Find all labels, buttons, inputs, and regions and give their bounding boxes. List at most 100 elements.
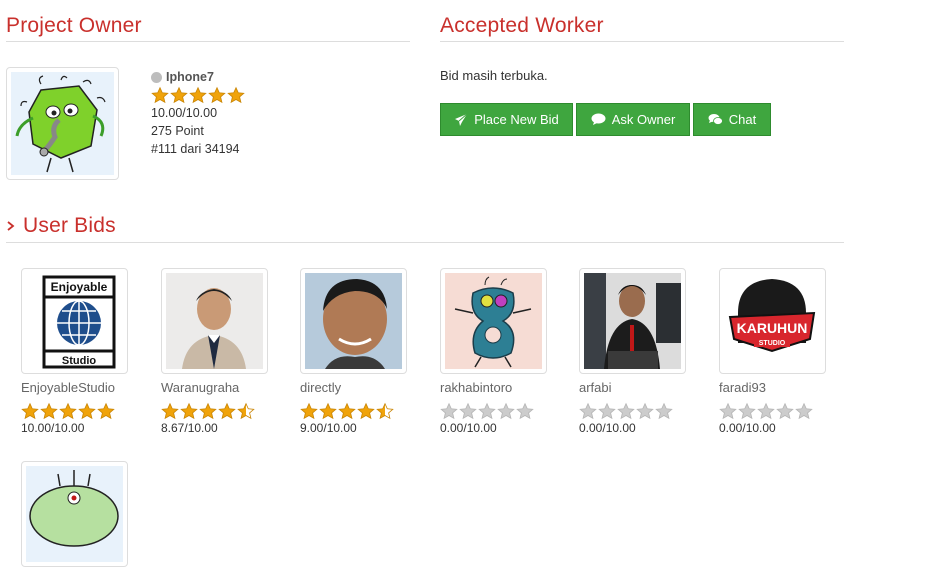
owner-rank: #111 dari 34194 bbox=[151, 142, 240, 156]
owner-points: 275 Point bbox=[151, 124, 204, 138]
bidder-avatar[interactable]: KARUHUN STUDIO bbox=[719, 268, 826, 374]
owner-divider bbox=[6, 41, 410, 42]
owner-rating-stars bbox=[151, 86, 245, 104]
star-empty-icon bbox=[598, 402, 616, 420]
svg-text:STUDIO: STUDIO bbox=[759, 340, 786, 347]
star-empty-icon bbox=[459, 402, 477, 420]
comments-icon bbox=[708, 114, 723, 125]
bidder-photo-image bbox=[305, 273, 402, 369]
place-new-bid-button[interactable]: Place New Bid bbox=[440, 103, 573, 136]
bidder-name[interactable]: rakhabintoro bbox=[440, 380, 555, 398]
ask-owner-button[interactable]: Ask Owner bbox=[576, 103, 690, 136]
bidder-name[interactable]: faradi93 bbox=[719, 380, 834, 398]
star-full-icon bbox=[97, 402, 115, 420]
star-empty-icon bbox=[516, 402, 534, 420]
bidder-card: Enjoyable Studio EnjoyableStudio 10.00/1… bbox=[21, 268, 136, 435]
bidder-avatar[interactable] bbox=[579, 268, 686, 374]
star-empty-icon bbox=[617, 402, 635, 420]
star-full-icon bbox=[319, 402, 337, 420]
bidder-name[interactable]: Waranugraha bbox=[161, 380, 276, 398]
enjoyable-studio-logo: Enjoyable Studio bbox=[42, 275, 116, 369]
star-empty-icon bbox=[497, 402, 515, 420]
bidder-rating-stars bbox=[161, 402, 276, 420]
bidder-avatar[interactable] bbox=[440, 268, 547, 374]
star-full-icon bbox=[357, 402, 375, 420]
bidder-rating-stars bbox=[21, 402, 136, 420]
svg-text:KARUHUN: KARUHUN bbox=[737, 320, 808, 336]
bidder-name[interactable]: EnjoyableStudio bbox=[21, 380, 136, 398]
bidder-avatar[interactable] bbox=[161, 268, 268, 374]
chat-label: Chat bbox=[728, 112, 757, 127]
owner-name-link[interactable]: Iphone7 bbox=[166, 68, 214, 86]
bidder-card: rakhabintoro 0.00/10.00 bbox=[440, 268, 555, 435]
ask-owner-label: Ask Owner bbox=[611, 112, 676, 127]
owner-info: Iphone7 10.00/10.00 275 Point #111 dari … bbox=[151, 68, 245, 158]
bidder-cartoon-image bbox=[26, 466, 123, 562]
bidder-card: directly 9.00/10.00 bbox=[300, 268, 415, 435]
worker-divider bbox=[440, 41, 844, 42]
star-half-icon bbox=[376, 402, 394, 420]
star-full-icon bbox=[161, 402, 179, 420]
star-empty-icon bbox=[738, 402, 756, 420]
svg-text:Studio: Studio bbox=[62, 355, 96, 367]
bidder-name[interactable]: arfabi bbox=[579, 380, 694, 398]
star-full-icon bbox=[180, 402, 198, 420]
star-empty-icon bbox=[440, 402, 458, 420]
star-full-icon bbox=[170, 86, 188, 104]
star-full-icon bbox=[21, 402, 39, 420]
star-full-icon bbox=[78, 402, 96, 420]
bid-status-text: Bid masih terbuka. bbox=[440, 68, 548, 83]
bidder-score: 9.00/10.00 bbox=[300, 421, 357, 435]
star-full-icon bbox=[338, 402, 356, 420]
bidder-card: KARUHUN STUDIO faradi93 0.00/10.00 bbox=[719, 268, 834, 435]
star-full-icon bbox=[40, 402, 58, 420]
bidder-rating-stars bbox=[719, 402, 834, 420]
bidder-photo-image bbox=[166, 273, 263, 369]
chevron-right-icon bbox=[7, 221, 15, 231]
bidder-rating-stars bbox=[300, 402, 415, 420]
bidder-avatar[interactable]: Enjoyable Studio bbox=[21, 268, 128, 374]
star-full-icon bbox=[208, 86, 226, 104]
bidder-card: arfabi 0.00/10.00 bbox=[579, 268, 694, 435]
star-empty-icon bbox=[579, 402, 597, 420]
star-full-icon bbox=[151, 86, 169, 104]
place-new-bid-label: Place New Bid bbox=[474, 112, 559, 127]
bidder-name[interactable]: directly bbox=[300, 380, 415, 398]
star-full-icon bbox=[59, 402, 77, 420]
star-half-icon bbox=[237, 402, 255, 420]
bidder-photo-image bbox=[584, 273, 681, 369]
bidder-avatar[interactable] bbox=[300, 268, 407, 374]
project-owner-title: Project Owner bbox=[6, 14, 142, 37]
star-empty-icon bbox=[655, 402, 673, 420]
user-bids-title: User Bids bbox=[23, 214, 116, 237]
owner-rating-value: 10.00/10.00 bbox=[151, 106, 218, 120]
bidder-score: 10.00/10.00 bbox=[21, 421, 85, 435]
paper-plane-icon bbox=[455, 113, 468, 126]
bidder-avatar[interactable] bbox=[21, 461, 128, 567]
bidder-card: Waranugraha 8.67/10.00 bbox=[161, 268, 276, 435]
bidder-score: 0.00/10.00 bbox=[719, 421, 776, 435]
star-empty-icon bbox=[776, 402, 794, 420]
bidder-card bbox=[21, 461, 136, 567]
bidder-cartoon-image bbox=[445, 273, 542, 369]
star-empty-icon bbox=[478, 402, 496, 420]
accepted-worker-title: Accepted Worker bbox=[440, 14, 604, 37]
offline-status-icon bbox=[151, 71, 162, 83]
star-full-icon bbox=[227, 86, 245, 104]
star-full-icon bbox=[189, 86, 207, 104]
star-full-icon bbox=[218, 402, 236, 420]
bidder-score: 0.00/10.00 bbox=[579, 421, 636, 435]
star-empty-icon bbox=[757, 402, 775, 420]
bidder-score: 0.00/10.00 bbox=[440, 421, 497, 435]
star-empty-icon bbox=[719, 402, 737, 420]
bidder-rating-stars bbox=[440, 402, 555, 420]
star-empty-icon bbox=[795, 402, 813, 420]
owner-avatar-image bbox=[15, 75, 106, 173]
owner-avatar[interactable] bbox=[6, 67, 119, 180]
chat-button[interactable]: Chat bbox=[693, 103, 771, 136]
bidder-score: 8.67/10.00 bbox=[161, 421, 218, 435]
bids-divider bbox=[6, 242, 844, 243]
star-empty-icon bbox=[636, 402, 654, 420]
star-full-icon bbox=[199, 402, 217, 420]
star-full-icon bbox=[300, 402, 318, 420]
